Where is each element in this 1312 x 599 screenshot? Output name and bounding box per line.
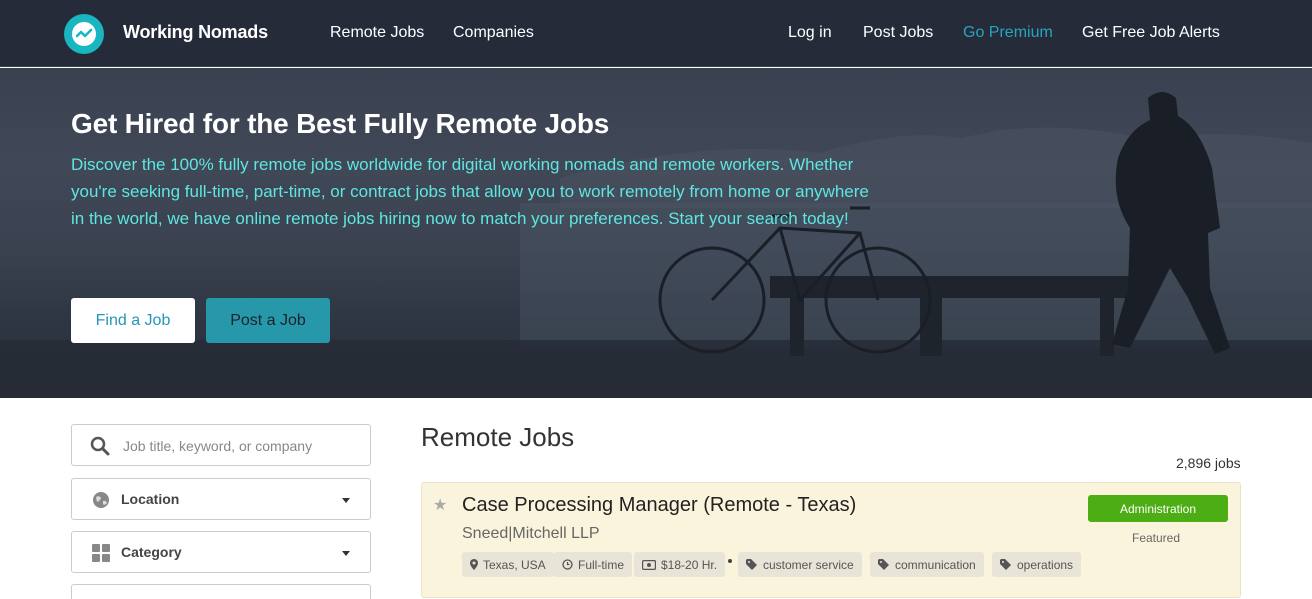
filter-select-partial[interactable]: [71, 584, 371, 599]
location-tag: Texas, USA: [462, 552, 554, 577]
search-input[interactable]: Job title, keyword, or company: [71, 424, 371, 466]
category-badge[interactable]: Administration: [1088, 495, 1228, 522]
brand-name[interactable]: Working Nomads: [123, 22, 268, 43]
location-label: Location: [121, 491, 180, 507]
salary-tag: $18-20 Hr.: [634, 552, 726, 577]
nav-link-companies[interactable]: Companies: [453, 24, 534, 42]
skill-tag-text: communication: [895, 557, 976, 572]
tag-icon: [1000, 559, 1011, 570]
skill-tag[interactable]: operations: [992, 552, 1082, 577]
job-count: 2,896 jobs: [1176, 455, 1241, 471]
separator-dot: [728, 559, 732, 563]
skill-tag-text: customer service: [763, 557, 854, 572]
star-icon[interactable]: ★: [433, 495, 447, 515]
nav-link-login[interactable]: Log in: [788, 24, 832, 42]
working-nomads-logo-icon[interactable]: [64, 14, 104, 54]
chevron-down-icon: [342, 551, 350, 556]
search-placeholder: Job title, keyword, or company: [123, 438, 313, 454]
nav-link-go-premium[interactable]: Go Premium: [963, 24, 1053, 42]
search-icon: [90, 436, 110, 461]
skill-tag[interactable]: communication: [870, 552, 984, 577]
nav-link-job-alerts[interactable]: Get Free Job Alerts: [1082, 24, 1220, 42]
company-name[interactable]: Sneed|Mitchell LLP: [462, 525, 600, 543]
nav-link-post-jobs[interactable]: Post Jobs: [863, 24, 933, 42]
hero-description: Discover the 100% fully remote jobs worl…: [71, 155, 869, 228]
hero-title: Get Hired for the Best Fully Remote Jobs: [71, 108, 610, 139]
category-label: Category: [121, 544, 182, 560]
top-nav: Working Nomads Remote Jobs Companies Log…: [0, 0, 1312, 67]
nav-link-remote-jobs[interactable]: Remote Jobs: [330, 24, 424, 42]
map-pin-icon: [470, 559, 478, 570]
location-select[interactable]: Location: [71, 478, 371, 520]
hero-banner: Get Hired for the Best Fully Remote Jobs…: [0, 68, 1312, 398]
skill-tag[interactable]: customer service: [738, 552, 862, 577]
job-title[interactable]: Case Processing Manager (Remote - Texas): [462, 494, 856, 517]
skill-tag-text: operations: [1017, 557, 1074, 572]
job-card[interactable]: ★ Case Processing Manager (Remote - Texa…: [421, 482, 1241, 598]
globe-icon: [92, 491, 110, 514]
section-title: Remote Jobs: [421, 422, 575, 452]
featured-label: Featured: [1132, 531, 1181, 545]
category-select[interactable]: Category: [71, 531, 371, 573]
job-type-text: Full-time: [578, 557, 625, 572]
chevron-down-icon: [342, 498, 350, 503]
post-job-button[interactable]: Post a Job: [206, 298, 330, 343]
tag-icon: [878, 559, 889, 570]
location-text: Texas, USA: [483, 557, 546, 572]
clock-icon: [562, 559, 573, 570]
find-job-button[interactable]: Find a Job: [71, 298, 195, 343]
money-icon: [642, 559, 656, 570]
salary-text: $18-20 Hr.: [661, 557, 718, 572]
job-type-tag: Full-time: [554, 552, 633, 577]
grid-icon: [92, 544, 110, 567]
tag-icon: [746, 559, 757, 570]
